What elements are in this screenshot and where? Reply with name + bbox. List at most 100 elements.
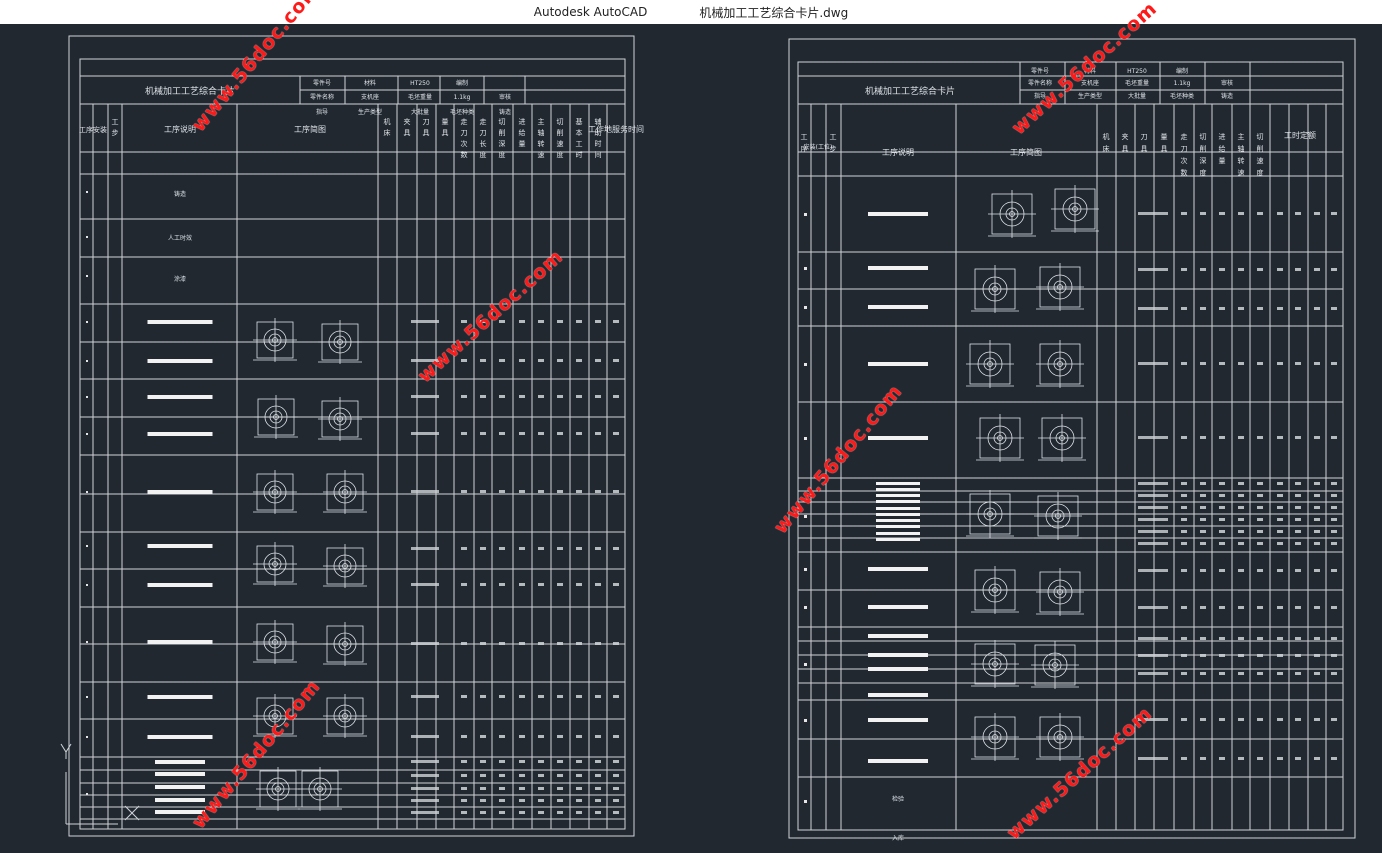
process-note: 涂漆 — [174, 275, 186, 283]
header-label: 毛坯种类 — [1170, 92, 1194, 100]
step-bar — [147, 695, 213, 699]
step-bar — [147, 359, 213, 363]
column-header-char: 度 — [1257, 168, 1264, 177]
column-header-char: 时 — [595, 139, 602, 148]
column-header-char: 转 — [1238, 156, 1245, 165]
column-header-char: 速 — [1257, 157, 1264, 165]
column-header-char: 给 — [1219, 144, 1226, 153]
column-header-char: 床 — [1103, 144, 1110, 153]
column-header-char: 轴 — [1238, 144, 1245, 153]
column-header-char: 次 — [1181, 156, 1188, 165]
column-header: 工作地服务时间 — [588, 124, 644, 134]
header-label: 指导 — [316, 108, 328, 116]
step-bar — [147, 490, 213, 494]
column-header-char: 削 — [1200, 144, 1207, 153]
column-header-char: 深 — [1200, 156, 1207, 165]
column-header-char: 具 — [423, 129, 430, 137]
column-header-char: 机 — [384, 117, 391, 126]
header-label: 编制 — [456, 79, 468, 87]
column-header-char: 削 — [499, 128, 506, 137]
step-bar — [868, 605, 928, 609]
column-header-char: 量 — [1161, 133, 1168, 141]
column-header-char: 工 — [801, 133, 808, 141]
step-bar — [868, 567, 928, 571]
column-header-char: 切 — [1200, 133, 1207, 141]
step-bar — [155, 785, 205, 789]
column-header-char: 削 — [557, 128, 564, 137]
column-header-char: 工 — [112, 118, 119, 126]
step-bar — [868, 653, 928, 657]
step-bar — [155, 798, 205, 802]
column-header: 工序简图 — [294, 124, 326, 134]
column-header-char: 具 — [1122, 145, 1129, 153]
drawing-canvas[interactable]: 机械加工工艺综合卡片 机械加工工艺综合卡片 零件号 材料 HT250 编制零件名称 支机… — [0, 24, 1382, 853]
step-bar — [868, 266, 928, 270]
column-header-char: 进 — [1219, 133, 1226, 141]
step-bar — [876, 494, 920, 497]
step-bar — [876, 513, 920, 516]
header-label: HT250 — [410, 80, 430, 87]
column-header-char: 量 — [442, 118, 449, 126]
column-header-char: 度 — [499, 150, 506, 159]
column-header-char: 具 — [404, 129, 411, 137]
column-header-char: 转 — [538, 139, 545, 148]
header-label: 支机座 — [361, 93, 379, 101]
column-header-char: 基 — [576, 117, 583, 126]
step-bar — [868, 634, 928, 638]
step-bar — [868, 759, 928, 763]
step-bar — [876, 519, 920, 522]
process-note: 铸造 — [174, 190, 186, 198]
header-label: 铸造 — [1221, 92, 1233, 100]
column-header-char: 走 — [461, 118, 468, 126]
column-header-char: 走 — [1181, 133, 1188, 141]
step-bar — [868, 212, 928, 216]
step-bar — [868, 693, 928, 697]
column-header: 安装(工位) — [804, 143, 833, 151]
header-label: 1.1kg — [454, 94, 471, 101]
step-bar — [147, 583, 213, 587]
column-header-char: 度 — [480, 150, 487, 159]
column-header-char: 数 — [1181, 168, 1188, 177]
column-header-char: 走 — [480, 118, 487, 126]
header-label: HT250 — [1127, 68, 1147, 75]
step-bar — [147, 395, 213, 399]
step-bar — [147, 544, 213, 548]
column-header: 工序简图 — [1010, 147, 1042, 157]
column-header-char: 度 — [557, 150, 564, 159]
column-header-char: 具 — [1141, 145, 1148, 153]
column-header-char: 具 — [1161, 145, 1168, 153]
step-bar — [876, 482, 920, 485]
column-header: 工序 — [79, 125, 93, 134]
header-label: 审核 — [499, 93, 511, 101]
column-header-char: 切 — [1257, 133, 1264, 141]
header-label: 1.1kg — [1174, 80, 1191, 87]
column-header-char: 床 — [384, 128, 391, 137]
step-bar — [147, 432, 213, 436]
header-label: 生产类型 — [358, 108, 382, 116]
header-label: 零件名称 — [310, 93, 334, 101]
column-header-char: 给 — [519, 128, 526, 137]
column-header-char: 削 — [1257, 144, 1264, 153]
step-bar — [868, 667, 928, 671]
column-header-char: 切 — [557, 118, 564, 126]
column-header-char: 具 — [442, 129, 449, 137]
column-header-char: 本 — [576, 128, 583, 137]
step-bar — [147, 735, 213, 739]
step-bar — [876, 538, 920, 541]
step-bar — [876, 525, 920, 528]
header-label: 大批量 — [1128, 92, 1146, 100]
header-label: 审核 — [1221, 79, 1233, 87]
process-note: 人工时效 — [168, 234, 192, 242]
column-header-char: 工 — [576, 140, 583, 148]
header-label: 生产类型 — [1078, 92, 1102, 100]
right-card-title: 机械加工工艺综合卡片 — [865, 85, 955, 97]
header-label: 零件号 — [313, 79, 331, 87]
column-header-char: 刀 — [1181, 145, 1188, 153]
header-label: 铸造 — [499, 108, 511, 116]
step-bar — [868, 436, 928, 440]
column-header-char: 步 — [112, 129, 119, 137]
column-header-char: 进 — [519, 118, 526, 126]
column-header-char: 刀 — [461, 129, 468, 137]
column-header: 工时定额 — [1284, 130, 1316, 140]
process-note: 检验 — [892, 795, 904, 803]
